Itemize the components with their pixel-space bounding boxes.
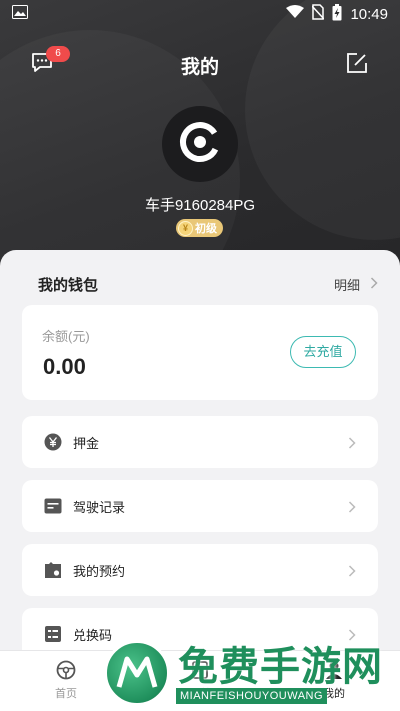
record-icon [44,497,62,515]
status-bar: 10:49 [0,0,400,28]
level-coin-icon: ¥ [178,220,193,236]
clock: 10:49 [350,5,388,23]
watermark-subtitle: MIANFEISHOUYOUWANG [176,688,328,704]
steering-wheel-icon [55,659,77,681]
page-title: 我的 [180,57,219,78]
menu-item-my-reservations[interactable]: 我的预约 [22,544,378,596]
no-sim-icon [311,4,326,24]
calendar-icon [44,561,62,579]
level-label: 初级 [195,223,217,235]
wallet-title: 我的钱包 [38,277,99,294]
balance-label: 余额(元) [42,329,90,344]
wifi-icon [286,5,305,23]
watermark-title: 免费手游网 [178,644,383,690]
chevron-right-icon [348,564,356,582]
edit-profile-button[interactable] [346,52,370,76]
watermark: 免费手游网 MIANFEISHOUYOUWANG [104,634,394,710]
watermark-logo [104,640,170,706]
top-bar: 6 我的 [0,44,400,84]
avatar[interactable] [162,106,238,182]
level-badge: ¥ 初级 [176,219,223,237]
menu-item-deposit[interactable]: 押金 [22,416,378,468]
wallet-header: 我的钱包 明细 [38,274,378,296]
balance-value: 0.00 [43,354,86,379]
gallery-notification-icon [12,5,28,23]
battery-charging-icon [332,3,342,25]
menu-item-label: 驾驶记录 [73,500,126,515]
menu-item-label: 我的预约 [73,564,126,579]
wallet-detail-link[interactable]: 明细 [334,275,360,294]
edit-icon [346,53,368,78]
username: 车手9160284PG [144,197,256,214]
recharge-button[interactable]: 去充值 [290,336,356,368]
chevron-right-icon [348,500,356,518]
voucher-icon [44,625,62,643]
chevron-right-icon [370,276,378,294]
menu-item-label: 押金 [73,436,100,451]
menu-item-driving-records[interactable]: 驾驶记录 [22,480,378,532]
tab-home[interactable]: 首页 [26,659,106,701]
tab-label: 首页 [55,688,77,700]
balance-card: 余额(元) 0.00 去充值 [22,305,378,400]
yen-icon [44,433,62,451]
app-logo-icon [178,120,222,169]
chevron-right-icon [348,436,356,454]
